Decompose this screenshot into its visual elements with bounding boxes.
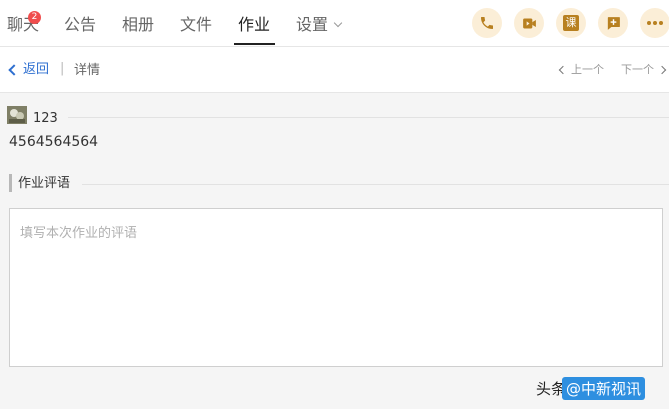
chevron-right-icon (657, 65, 667, 75)
watermark-tag: @中新视讯 (562, 377, 646, 400)
section-divider (82, 184, 669, 185)
next-item-link[interactable]: 下一个 (621, 63, 667, 77)
more-button[interactable] (640, 8, 669, 38)
section-title: 作业评语 (18, 176, 71, 191)
avatar (7, 106, 27, 124)
add-message-button[interactable] (598, 8, 628, 38)
breadcrumb-current: 详情 (74, 63, 101, 78)
watermark: 头条 @中新视讯 (536, 377, 646, 400)
tab-files[interactable]: 文件 (180, 15, 212, 35)
back-label: 返回 (23, 62, 50, 77)
next-label: 下一个 (621, 63, 654, 76)
submission-content: 4564564564 (9, 134, 99, 150)
prev-item-link[interactable]: 上一个 (558, 63, 604, 77)
chevron-left-icon (558, 65, 568, 75)
video-icon (522, 18, 536, 28)
divider (68, 117, 669, 118)
prev-label: 上一个 (571, 63, 604, 76)
unread-badge: 2 (28, 11, 41, 24)
tab-homework[interactable]: 作业 (238, 15, 270, 35)
lesson-icon: 课 (563, 15, 579, 31)
tab-announcement[interactable]: 公告 (64, 15, 96, 35)
review-comment-input[interactable] (9, 208, 663, 367)
video-call-button[interactable] (514, 8, 544, 38)
phone-icon (481, 17, 493, 29)
back-link[interactable]: 返回 (8, 62, 49, 78)
detail-nav-bar: 返回 | 详情 上一个 下一个 (0, 47, 669, 93)
tab-album[interactable]: 相册 (122, 15, 154, 35)
top-tab-bar: 聊天 2 公告 相册 文件 作业 设置 课 (0, 0, 669, 47)
submitter-name: 123 (33, 111, 58, 126)
tab-settings-label: 设置 (296, 15, 329, 34)
active-tab-indicator (234, 43, 275, 45)
more-icon (647, 21, 663, 25)
lesson-button[interactable]: 课 (556, 8, 586, 38)
add-message-icon (607, 16, 620, 30)
breadcrumb-separator: | (60, 61, 65, 76)
chevron-down-icon (333, 18, 343, 28)
voice-call-button[interactable] (472, 8, 502, 38)
section-marker (9, 174, 12, 192)
tab-settings[interactable]: 设置 (296, 15, 343, 35)
chevron-left-icon (8, 64, 20, 76)
